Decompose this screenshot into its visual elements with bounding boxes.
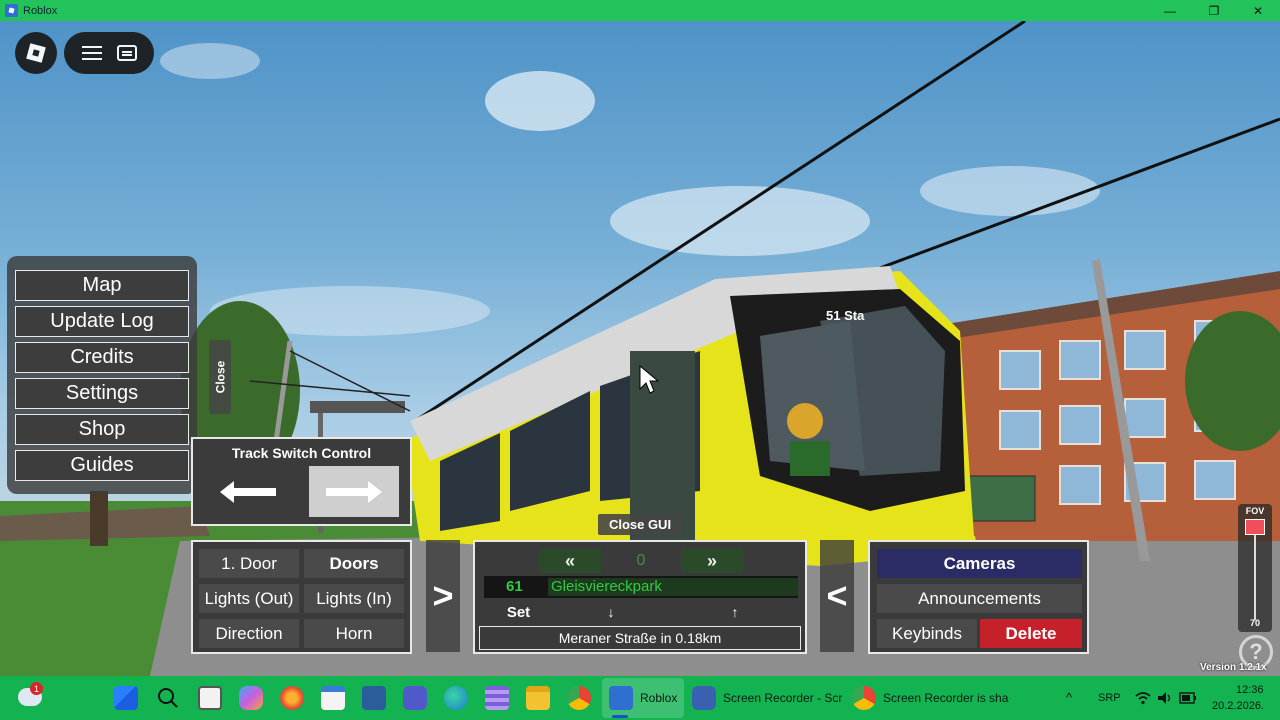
door-1-button[interactable]: 1. Door: [199, 549, 299, 578]
track-switch-title: Track Switch Control: [231, 445, 372, 461]
store-icon[interactable]: [321, 686, 345, 710]
edge-icon[interactable]: [444, 686, 468, 710]
notification-badge: 1: [30, 682, 43, 695]
window-title: Roblox: [23, 4, 58, 17]
cloud: [485, 71, 595, 131]
taskbar-chrome-label[interactable]: Screen Recorder is sha: [883, 691, 1008, 705]
fov-knob[interactable]: [1245, 519, 1265, 535]
shop-button[interactable]: Shop: [15, 414, 189, 445]
keybinds-button[interactable]: Keybinds: [877, 619, 977, 648]
cloud: [610, 186, 870, 256]
close-gui-button[interactable]: Close GUI: [598, 514, 682, 535]
close-menu-label: Close: [213, 360, 227, 394]
copilot-icon[interactable]: [239, 686, 263, 710]
clock-time[interactable]: 12:36: [1236, 684, 1264, 696]
roblox-top-bar: [64, 32, 154, 74]
active-indicator: [612, 715, 628, 718]
clock-date[interactable]: 20.2.2026.: [1212, 700, 1264, 712]
doors-button[interactable]: Doors: [304, 549, 404, 578]
scroll-down-button[interactable]: ↓: [559, 601, 663, 623]
recorder-icon[interactable]: [692, 686, 716, 710]
announcements-button[interactable]: Announcements: [877, 584, 1082, 613]
folder-icon[interactable]: [526, 686, 550, 710]
terminal-icon[interactable]: [362, 686, 386, 710]
next-destination-button[interactable]: »: [681, 549, 743, 573]
fov-slider[interactable]: FOV 70: [1238, 504, 1272, 632]
line-number: 61: [506, 578, 523, 595]
file-icon[interactable]: [198, 686, 222, 710]
firefox-icon[interactable]: [280, 686, 304, 710]
track-switch-control-panel: Track Switch Control: [191, 437, 412, 526]
teams-icon[interactable]: [403, 686, 427, 710]
windows-start-icon[interactable]: [114, 686, 138, 710]
credits-button[interactable]: Credits: [15, 342, 189, 373]
lights-out-button[interactable]: Lights (Out): [199, 584, 299, 613]
minimize-button[interactable]: —: [1148, 0, 1192, 21]
fov-value: 70: [1249, 618, 1260, 628]
switch-left-button[interactable]: [203, 466, 293, 517]
prev-panel-button[interactable]: <: [820, 540, 854, 652]
volume-icon[interactable]: [1157, 691, 1173, 705]
arrow-right-icon: [326, 480, 382, 503]
roblox-icon: [609, 686, 633, 710]
roblox-app-icon: [5, 4, 18, 17]
tram-destination-sign: 51 Sta: [826, 308, 865, 323]
update-log-button[interactable]: Update Log: [15, 306, 189, 337]
chrome-icon[interactable]: [852, 686, 876, 710]
camera-panel: Cameras Announcements Keybinds Delete: [868, 540, 1089, 654]
roblox-menu-logo-button[interactable]: [15, 32, 57, 74]
language-indicator[interactable]: SRP: [1098, 692, 1121, 704]
guides-button[interactable]: Guides: [15, 450, 189, 481]
wifi-icon[interactable]: [1135, 691, 1151, 705]
maximize-button[interactable]: ❐: [1192, 0, 1236, 21]
settings-button[interactable]: Settings: [15, 378, 189, 409]
prev-destination-button[interactable]: «: [539, 549, 601, 573]
tree-trunk: [90, 491, 108, 546]
roblox-logo-icon: [26, 43, 46, 63]
main-menu-panel: Map Update Log Credits Settings Shop Gui…: [7, 256, 197, 494]
destination-display: 61 Gleisviereckpark: [484, 576, 798, 598]
tray-chevron-icon[interactable]: ^: [1066, 690, 1072, 705]
set-destination-button[interactable]: Set: [481, 601, 556, 623]
cameras-button[interactable]: Cameras: [877, 549, 1082, 578]
cloud: [160, 43, 260, 79]
close-window-button[interactable]: ✕: [1236, 0, 1280, 21]
destination-index: 0: [605, 549, 677, 573]
crown-figure: [787, 403, 823, 439]
destination-panel: « 0 » 61 Gleisviereckpark Set ↓ ↑ Merane…: [473, 540, 807, 654]
search-icon[interactable]: [156, 686, 180, 710]
fov-track: [1254, 522, 1256, 620]
map-button[interactable]: Map: [15, 270, 189, 301]
cloud: [920, 166, 1100, 216]
close-menu-tab[interactable]: Close: [209, 340, 231, 414]
taskbar: 1 Roblox Screen Recorder - Scr Screen Re…: [0, 676, 1280, 720]
lights-in-button[interactable]: Lights (In): [304, 584, 404, 613]
app-icon[interactable]: [485, 686, 509, 710]
chat-icon[interactable]: [116, 45, 137, 61]
switch-right-button[interactable]: [309, 466, 399, 517]
next-stop-display: Meraner Straße in 0.18km: [479, 626, 801, 650]
version-label: Version 1.2.1x: [1200, 662, 1267, 673]
delete-button[interactable]: Delete: [980, 619, 1082, 648]
direction-button[interactable]: Direction: [199, 619, 299, 648]
horn-button[interactable]: Horn: [304, 619, 404, 648]
next-panel-button[interactable]: >: [426, 540, 460, 652]
window-title-bar: Roblox — ❐ ✕: [0, 0, 1280, 21]
battery-icon[interactable]: [1179, 692, 1197, 704]
arrow-left-icon: [220, 480, 276, 503]
taskbar-recorder-label[interactable]: Screen Recorder - Scr: [723, 691, 842, 705]
fov-label: FOV: [1245, 506, 1265, 516]
figure-body: [790, 441, 830, 476]
hamburger-menu-icon[interactable]: [81, 46, 102, 60]
scroll-up-button[interactable]: ↑: [671, 601, 799, 623]
chrome-icon[interactable]: [567, 686, 591, 710]
shelter-roof: [310, 401, 405, 413]
destination-name: Gleisviereckpark: [548, 578, 798, 596]
door-lights-panel: 1. Door Doors Lights (Out) Lights (In) D…: [191, 540, 412, 654]
taskbar-roblox-label: Roblox: [640, 691, 678, 705]
